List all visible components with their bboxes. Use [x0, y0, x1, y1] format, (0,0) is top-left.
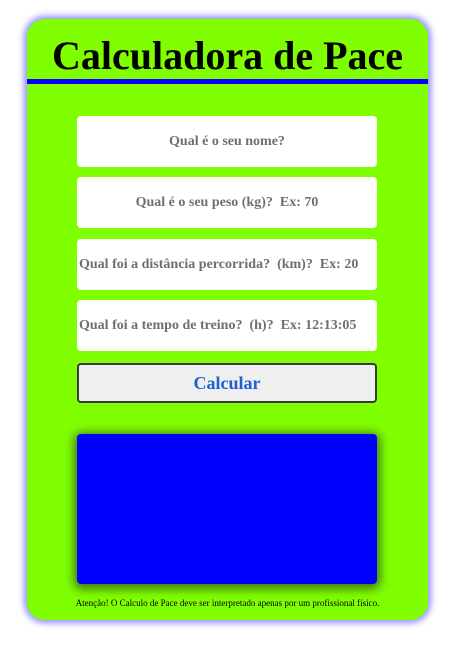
- title-underline: [27, 79, 428, 84]
- weight-input[interactable]: [77, 177, 377, 228]
- distance-input[interactable]: [77, 239, 377, 290]
- result-panel: [77, 434, 377, 584]
- calculator-card: Calculadora de Pace Calcular Atenção! O …: [27, 19, 428, 620]
- disclaimer-text: Atenção! O Calculo de Pace deve ser inte…: [75, 598, 380, 608]
- time-input[interactable]: [77, 300, 377, 351]
- page-title: Calculadora de Pace: [51, 33, 404, 78]
- calculate-button[interactable]: Calcular: [77, 363, 377, 403]
- name-input[interactable]: [77, 116, 377, 167]
